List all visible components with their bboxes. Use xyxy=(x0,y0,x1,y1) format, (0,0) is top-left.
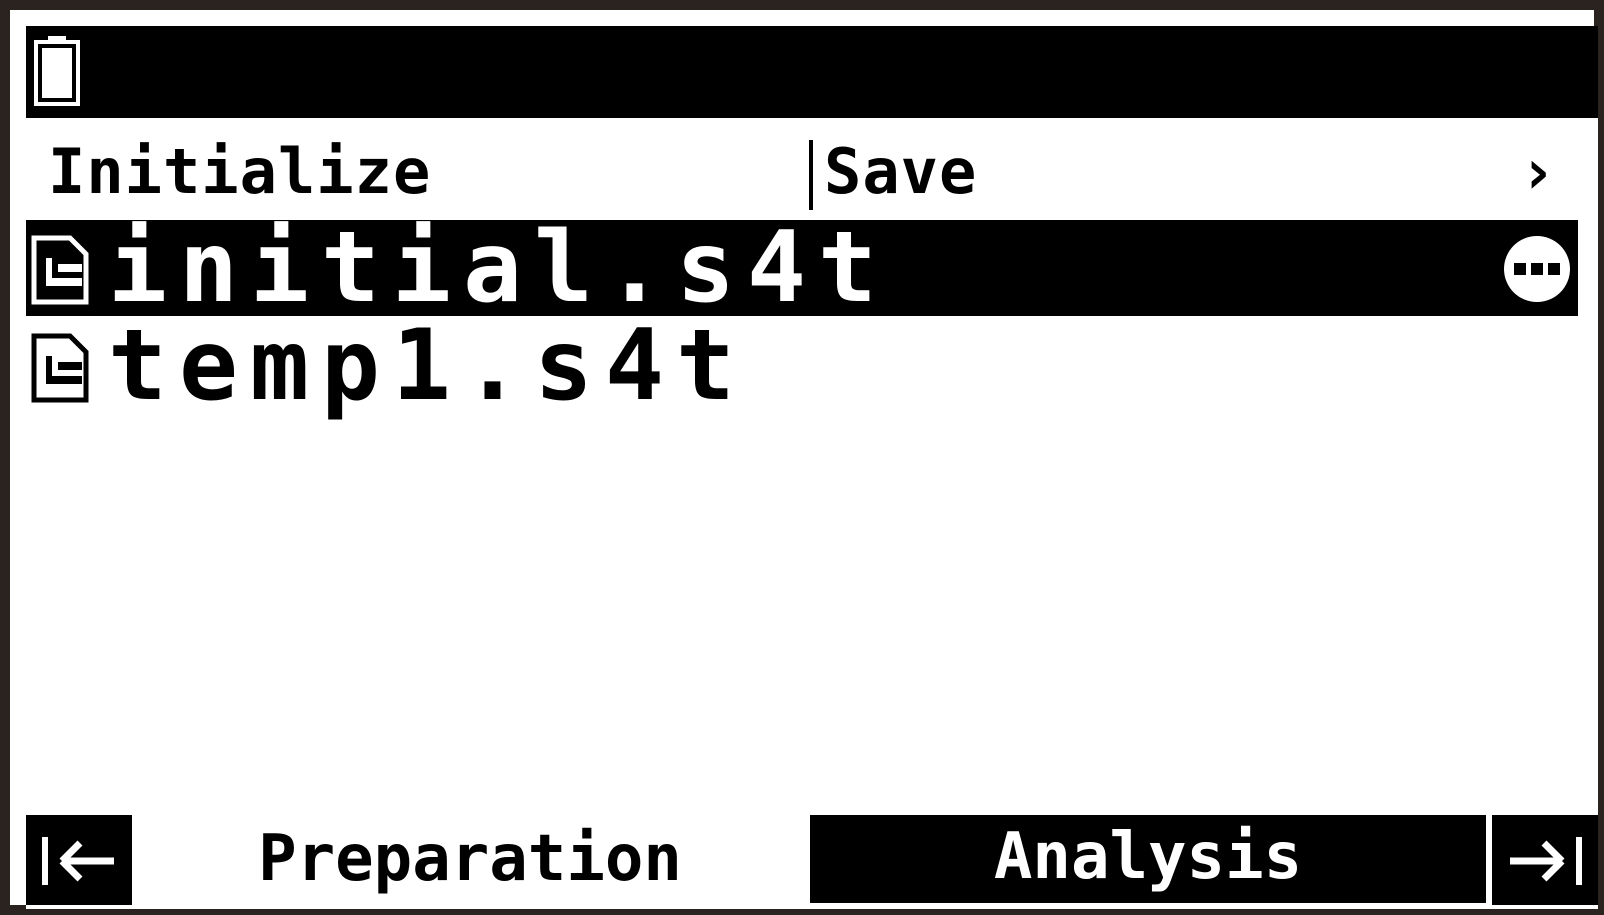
more-options-icon[interactable] xyxy=(1502,234,1572,304)
file-icon xyxy=(31,333,89,403)
initialize-button[interactable]: Initialize xyxy=(48,132,431,212)
screen: Initialize Save › initial.s4t temp1.s4t … xyxy=(26,26,1598,909)
file-icon xyxy=(31,235,89,305)
tab-analysis[interactable]: Analysis xyxy=(810,815,1486,903)
battery-icon xyxy=(34,36,80,106)
scroll-left-button[interactable] xyxy=(26,815,132,905)
tab-label: Preparation xyxy=(258,822,682,896)
tab-preparation[interactable]: Preparation xyxy=(132,815,808,909)
scroll-right-button[interactable] xyxy=(1492,815,1598,905)
list-item[interactable]: initial.s4t xyxy=(26,211,1578,325)
scroll-left-icon xyxy=(42,837,114,885)
next-menu-button[interactable]: › xyxy=(1518,132,1558,212)
device-frame: Initialize Save › initial.s4t temp1.s4t … xyxy=(0,0,1604,915)
function-key-bar: Initialize Save › xyxy=(26,132,1598,212)
tab-label: Analysis xyxy=(993,820,1303,894)
function-key-divider xyxy=(809,140,813,210)
status-bar xyxy=(26,26,1598,118)
tab-bar: Preparation Analysis xyxy=(26,815,1598,909)
file-name: temp1.s4t xyxy=(108,309,748,423)
list-item[interactable]: temp1.s4t xyxy=(26,309,1578,423)
scroll-right-icon xyxy=(1510,837,1582,885)
file-name: initial.s4t xyxy=(108,211,890,325)
save-button[interactable]: Save xyxy=(824,132,977,212)
